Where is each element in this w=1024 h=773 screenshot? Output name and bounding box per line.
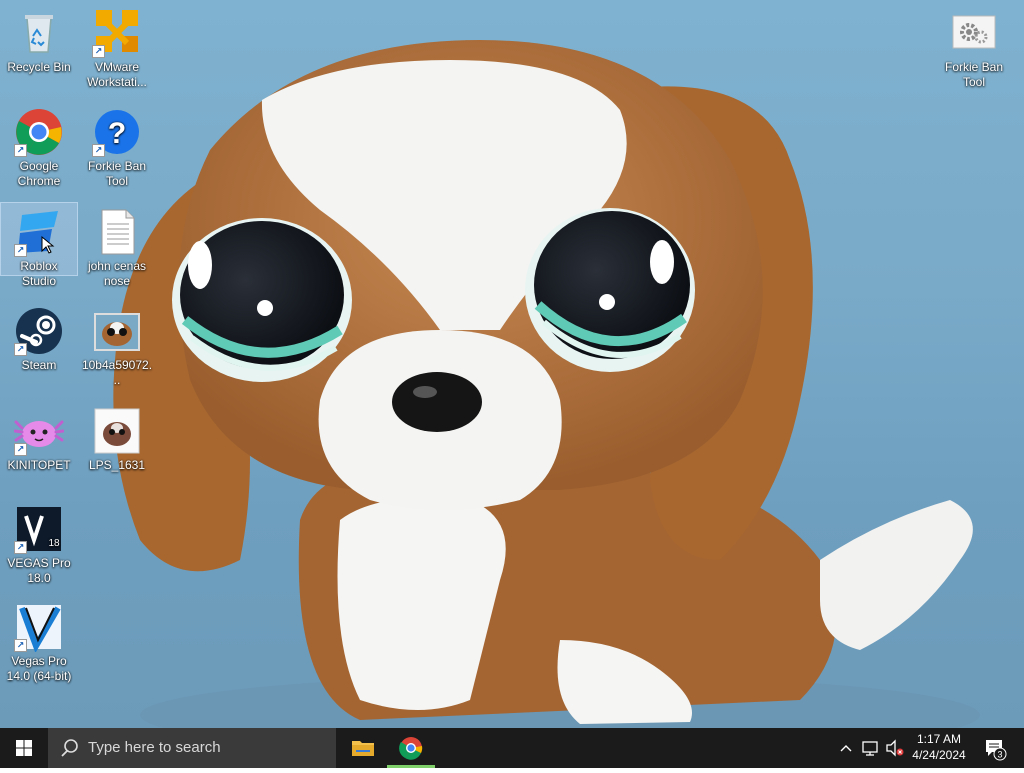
- svg-text:?: ?: [108, 117, 126, 150]
- desktop-icon-label: Forkie Ban Tool: [944, 60, 1004, 89]
- desktop-icon-forkie-ban-tool[interactable]: ? ↗ Forkie Ban Tool: [79, 103, 155, 189]
- shortcut-arrow-icon: ↗: [14, 144, 27, 157]
- notification-icon: 3: [986, 740, 1007, 761]
- image-file-icon: [92, 406, 142, 456]
- desktop-icon-lps-1631[interactable]: LPS_1631: [79, 402, 155, 473]
- desktop-icon-vegas-pro-14[interactable]: ↗ Vegas Pro 14.0 (64-bit): [1, 598, 77, 684]
- shortcut-arrow-icon: ↗: [14, 541, 27, 554]
- desktop-icon-john-cenas-nose[interactable]: john cenas nose: [79, 203, 155, 289]
- show-hidden-icons-button[interactable]: [834, 728, 858, 768]
- notification-count-badge: 3: [997, 750, 1002, 760]
- vegas-pro-14-icon: ↗: [14, 602, 64, 654]
- network-tray-button[interactable]: [858, 728, 882, 768]
- folder-icon: [352, 741, 374, 756]
- desktop-icon-label: Steam: [21, 358, 57, 372]
- desktop-icon-google-chrome[interactable]: ↗ Google Chrome: [1, 103, 77, 189]
- kinitopet-icon: ↗: [13, 406, 65, 456]
- desktop-icon-kinitopet[interactable]: ↗ KINITOPET: [1, 402, 77, 473]
- clock-date: 4/24/2024: [912, 748, 966, 762]
- desktop-icon-vmware[interactable]: ↗ VMware Workstati...: [79, 4, 155, 90]
- desktop-icon-label: Google Chrome: [17, 159, 61, 188]
- shortcut-arrow-icon: ↗: [92, 144, 105, 157]
- desktop-icon-label: Vegas Pro 14.0 (64-bit): [6, 654, 72, 683]
- desktop-icon-label: john cenas nose: [87, 259, 147, 288]
- desktop-icon-label: Recycle Bin: [7, 60, 71, 74]
- shortcut-arrow-icon: ↗: [14, 343, 27, 356]
- action-center-button[interactable]: 3: [980, 728, 1010, 768]
- recycle-bin-icon: [14, 8, 64, 58]
- vegas-pro-18-icon: 18 ↗: [14, 504, 64, 554]
- chevron-up-icon: [840, 745, 852, 752]
- shortcut-arrow-icon: ↗: [14, 244, 27, 257]
- roblox-studio-icon: ↗: [14, 207, 64, 257]
- desktop-icon-steam[interactable]: ↗ Steam: [1, 302, 77, 373]
- help-question-icon: ? ↗: [92, 107, 142, 157]
- desktop-icon-label: VEGAS Pro 18.0: [7, 556, 71, 585]
- desktop-icon-label: 10b4a59072...: [81, 358, 153, 387]
- shortcut-arrow-icon: ↗: [14, 443, 27, 456]
- shortcut-arrow-icon: ↗: [92, 45, 105, 58]
- chrome-icon: [399, 737, 423, 760]
- desktop-icon-10b4a59072[interactable]: 10b4a59072...: [79, 302, 155, 388]
- start-button[interactable]: [0, 728, 48, 768]
- clock-time: 1:17 AM: [916, 732, 962, 746]
- desktop-icon-roblox-studio[interactable]: ↗ Roblox Studio: [0, 202, 78, 288]
- taskbar-file-explorer[interactable]: [339, 728, 387, 768]
- desktop-icon-label: LPS_1631: [88, 458, 146, 472]
- taskbar: Type here to search 1:17 AM 4/24/2024 3: [0, 728, 1024, 768]
- text-document-icon: [92, 207, 142, 257]
- network-icon: [862, 741, 878, 756]
- desktop-icon-label: Roblox Studio: [20, 259, 58, 288]
- windows-logo-icon: [16, 740, 32, 756]
- volume-tray-button[interactable]: [882, 728, 906, 768]
- desktop-icon-label: KINITOPET: [7, 458, 71, 472]
- settings-gears-icon: [949, 8, 999, 58]
- desktop-icon-vegas-pro-18[interactable]: 18 ↗ VEGAS Pro 18.0: [1, 500, 77, 586]
- steam-icon: ↗: [14, 306, 64, 356]
- vegas-version-badge: 18: [48, 538, 60, 549]
- desktop-icon-label: Forkie Ban Tool: [87, 159, 147, 188]
- taskbar-clock[interactable]: 1:17 AM 4/24/2024: [906, 731, 972, 763]
- search-placeholder: Type here to search: [88, 739, 221, 756]
- volume-muted-icon: [886, 739, 904, 757]
- vmware-icon: ↗: [92, 8, 142, 58]
- chrome-icon: ↗: [14, 107, 64, 157]
- taskbar-google-chrome[interactable]: [387, 728, 435, 768]
- desktop-icon-forkie-ban-tool-right[interactable]: Forkie Ban Tool: [936, 4, 1012, 90]
- desktop-icon-recycle-bin[interactable]: Recycle Bin: [1, 4, 77, 75]
- taskbar-search-box[interactable]: Type here to search: [48, 728, 336, 768]
- image-file-icon: [92, 306, 142, 356]
- shortcut-arrow-icon: ↗: [14, 639, 27, 652]
- desktop-icon-label: VMware Workstati...: [87, 60, 147, 89]
